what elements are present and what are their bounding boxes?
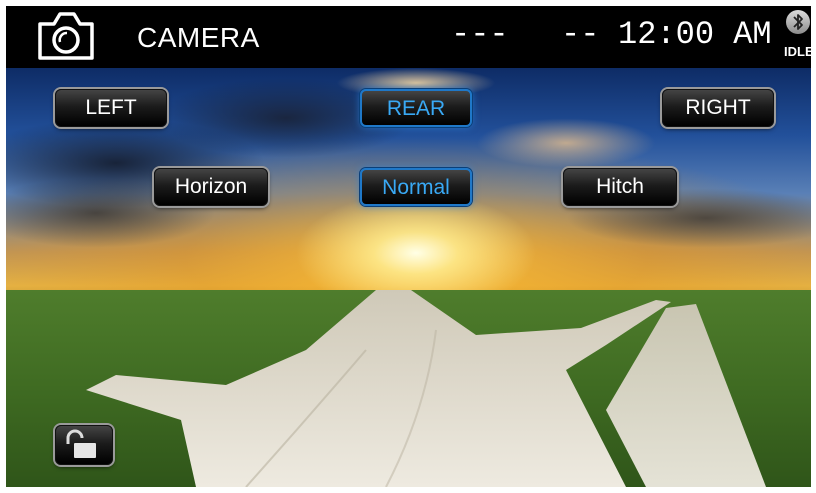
left-camera-button[interactable]: LEFT [55, 89, 167, 127]
right-camera-button[interactable]: RIGHT [662, 89, 774, 127]
normal-view-button[interactable]: Normal [360, 168, 472, 206]
rear-camera-button[interactable]: REAR [360, 89, 472, 127]
bluetooth-status-label: IDLE [784, 44, 811, 59]
status-bar: CAMERA --- -- 12:00 AM IDLE [6, 6, 811, 68]
lock-open-icon [66, 429, 96, 458]
horizon-view-button[interactable]: Horizon [154, 168, 268, 206]
lock-button[interactable] [55, 425, 113, 465]
camera-icon[interactable] [36, 10, 96, 62]
clock: 12:00 AM [618, 16, 772, 53]
status-indicator-2: -- [561, 16, 600, 53]
hitch-view-button[interactable]: Hitch [563, 168, 677, 206]
cloud [476, 118, 656, 168]
status-indicator-1: --- [451, 16, 509, 53]
page-title: CAMERA [137, 22, 260, 53]
dirt-road [86, 290, 766, 487]
camera-view: LEFT REAR RIGHT Horizon Normal Hitch [6, 68, 811, 487]
bluetooth-icon [786, 10, 810, 34]
bluetooth-status[interactable]: IDLE [784, 10, 811, 64]
camera-screen: CAMERA --- -- 12:00 AM IDLE LEFT REAR RI… [6, 6, 811, 487]
